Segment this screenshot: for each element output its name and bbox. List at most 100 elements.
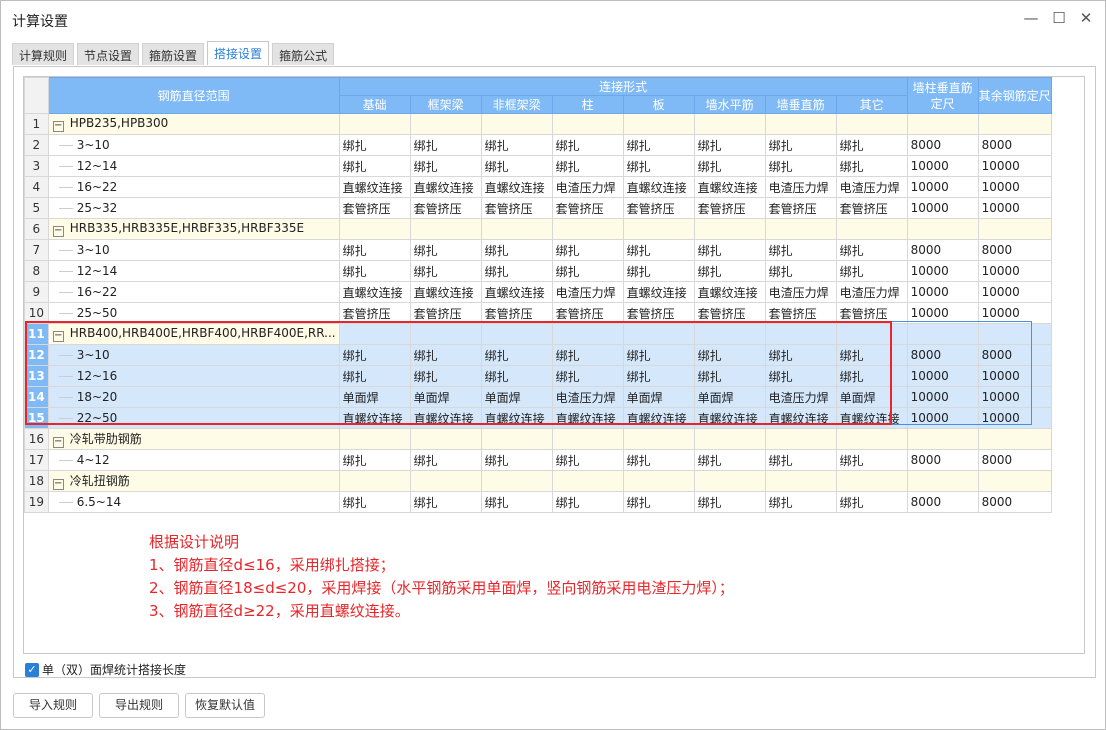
row-number[interactable]: 12 (24, 344, 49, 366)
table-cell[interactable]: 绑扎 (693, 449, 766, 471)
table-cell[interactable]: 套管挤压 (835, 302, 908, 324)
table-cell[interactable]: 直螺纹连接 (693, 281, 766, 303)
restore-defaults-button[interactable]: 恢复默认值 (185, 693, 265, 718)
table-cell[interactable]: 绑扎 (480, 134, 553, 156)
range-cell[interactable]: 12~14 (47, 155, 340, 177)
table-cell[interactable] (338, 323, 411, 345)
table-cell[interactable]: 直螺纹连接 (835, 407, 908, 429)
table-cell[interactable]: 绑扎 (338, 449, 411, 471)
group-row[interactable]: 18− 冷轧扭钢筋 (24, 470, 1052, 492)
table-cell[interactable]: 绑扎 (835, 155, 908, 177)
group-row[interactable]: 16− 冷轧带肋钢筋 (24, 428, 1052, 450)
table-cell[interactable]: 绑扎 (622, 239, 695, 261)
range-cell[interactable]: 18~20 (47, 386, 340, 408)
table-cell[interactable] (622, 218, 695, 240)
table-cell[interactable]: 绑扎 (551, 449, 624, 471)
range-cell[interactable]: 3~10 (47, 344, 340, 366)
table-cell[interactable]: 绑扎 (693, 155, 766, 177)
table-cell[interactable] (693, 218, 766, 240)
table-cell[interactable] (480, 428, 553, 450)
table-cell[interactable]: 10000 (906, 281, 979, 303)
table-cell[interactable]: 8000 (977, 239, 1052, 261)
table-cell[interactable]: 电渣压力焊 (835, 281, 908, 303)
table-cell[interactable] (480, 113, 553, 135)
table-cell[interactable]: 绑扎 (480, 491, 553, 513)
range-cell[interactable]: 12~16 (47, 365, 340, 387)
row-number[interactable]: 13 (24, 365, 49, 387)
table-cell[interactable]: 单面焊 (835, 386, 908, 408)
table-cell[interactable]: 直螺纹连接 (622, 281, 695, 303)
table-cell[interactable] (906, 218, 979, 240)
table-cell[interactable]: 绑扎 (338, 155, 411, 177)
table-cell[interactable] (977, 323, 1052, 345)
table-cell[interactable]: 绑扎 (622, 344, 695, 366)
table-cell[interactable]: 绑扎 (409, 344, 482, 366)
collapse-icon[interactable]: − (52, 331, 64, 342)
table-cell[interactable]: 10000 (906, 365, 979, 387)
range-cell[interactable]: − HPB235,HPB300 (47, 113, 340, 135)
row-number[interactable]: 4 (24, 176, 49, 198)
table-cell[interactable]: 绑扎 (835, 134, 908, 156)
table-cell[interactable] (338, 218, 411, 240)
table-cell[interactable]: 绑扎 (551, 134, 624, 156)
table-cell[interactable]: 电渣压力焊 (835, 176, 908, 198)
import-rules-button[interactable]: 导入规则 (13, 693, 93, 718)
collapse-icon[interactable]: − (52, 479, 64, 490)
table-row[interactable]: 13 12~16 绑扎 绑扎 绑扎 绑扎 绑扎 绑扎 绑扎 绑扎 10000 10000 (24, 365, 1052, 387)
table-cell[interactable] (338, 113, 411, 135)
range-cell[interactable]: 25~50 (47, 302, 340, 324)
table-cell[interactable] (551, 218, 624, 240)
row-number[interactable]: 8 (24, 260, 49, 282)
table-cell[interactable]: 套管挤压 (409, 197, 482, 219)
table-cell[interactable]: 套管挤压 (338, 302, 411, 324)
table-cell[interactable] (764, 113, 837, 135)
table-cell[interactable]: 直螺纹连接 (551, 407, 624, 429)
table-cell[interactable]: 10000 (906, 197, 979, 219)
table-cell[interactable]: 绑扎 (551, 365, 624, 387)
table-cell[interactable]: 10000 (906, 407, 979, 429)
table-cell[interactable] (622, 470, 695, 492)
table-cell[interactable]: 绑扎 (835, 365, 908, 387)
table-cell[interactable]: 绑扎 (693, 491, 766, 513)
table-cell[interactable]: 直螺纹连接 (622, 176, 695, 198)
table-cell[interactable] (338, 428, 411, 450)
table-cell[interactable] (835, 470, 908, 492)
table-row[interactable]: 5 25~32 套管挤压 套管挤压 套管挤压 套管挤压 套管挤压 套管挤压 套管挤压 套管挤压 10… (24, 197, 1052, 219)
table-cell[interactable]: 8000 (906, 344, 979, 366)
table-cell[interactable]: 绑扎 (480, 155, 553, 177)
table-cell[interactable]: 绑扎 (480, 344, 553, 366)
table-cell[interactable] (906, 323, 979, 345)
table-cell[interactable]: 直螺纹连接 (480, 281, 553, 303)
table-cell[interactable] (977, 113, 1052, 135)
table-cell[interactable]: 套管挤压 (764, 197, 837, 219)
range-cell[interactable]: 12~14 (47, 260, 340, 282)
table-cell[interactable]: 套管挤压 (835, 197, 908, 219)
table-cell[interactable]: 绑扎 (764, 239, 837, 261)
table-cell[interactable]: 电渣压力焊 (551, 176, 624, 198)
table-cell[interactable]: 10000 (977, 407, 1052, 429)
table-cell[interactable]: 10000 (977, 197, 1052, 219)
table-cell[interactable] (977, 470, 1052, 492)
table-cell[interactable]: 8000 (977, 449, 1052, 471)
table-cell[interactable]: 电渣压力焊 (551, 281, 624, 303)
table-cell[interactable]: 绑扎 (409, 155, 482, 177)
table-cell[interactable] (409, 323, 482, 345)
table-cell[interactable]: 绑扎 (835, 260, 908, 282)
table-cell[interactable]: 绑扎 (764, 449, 837, 471)
row-number[interactable]: 15 (24, 407, 49, 429)
table-cell[interactable] (977, 218, 1052, 240)
table-cell[interactable]: 8000 (906, 449, 979, 471)
maximize-icon[interactable]: ☐ (1049, 9, 1069, 27)
table-row[interactable]: 4 16~22 直螺纹连接 直螺纹连接 直螺纹连接 电渣压力焊 直螺纹连接 直螺纹连接 电渣压力… (24, 176, 1052, 198)
table-cell[interactable]: 绑扎 (551, 344, 624, 366)
table-cell[interactable] (835, 428, 908, 450)
table-cell[interactable]: 绑扎 (835, 344, 908, 366)
group-row[interactable]: 11− HRB400,HRB400E,HRBF400,HRBF400E,RR... (24, 323, 1052, 345)
row-number[interactable]: 9 (24, 281, 49, 303)
weld-lap-checkbox[interactable]: ✓ 单（双）面焊统计搭接长度 (25, 661, 186, 678)
range-cell[interactable]: 4~12 (47, 449, 340, 471)
table-cell[interactable] (693, 470, 766, 492)
table-cell[interactable]: 绑扎 (338, 134, 411, 156)
table-cell[interactable]: 绑扎 (764, 344, 837, 366)
table-cell[interactable] (409, 470, 482, 492)
